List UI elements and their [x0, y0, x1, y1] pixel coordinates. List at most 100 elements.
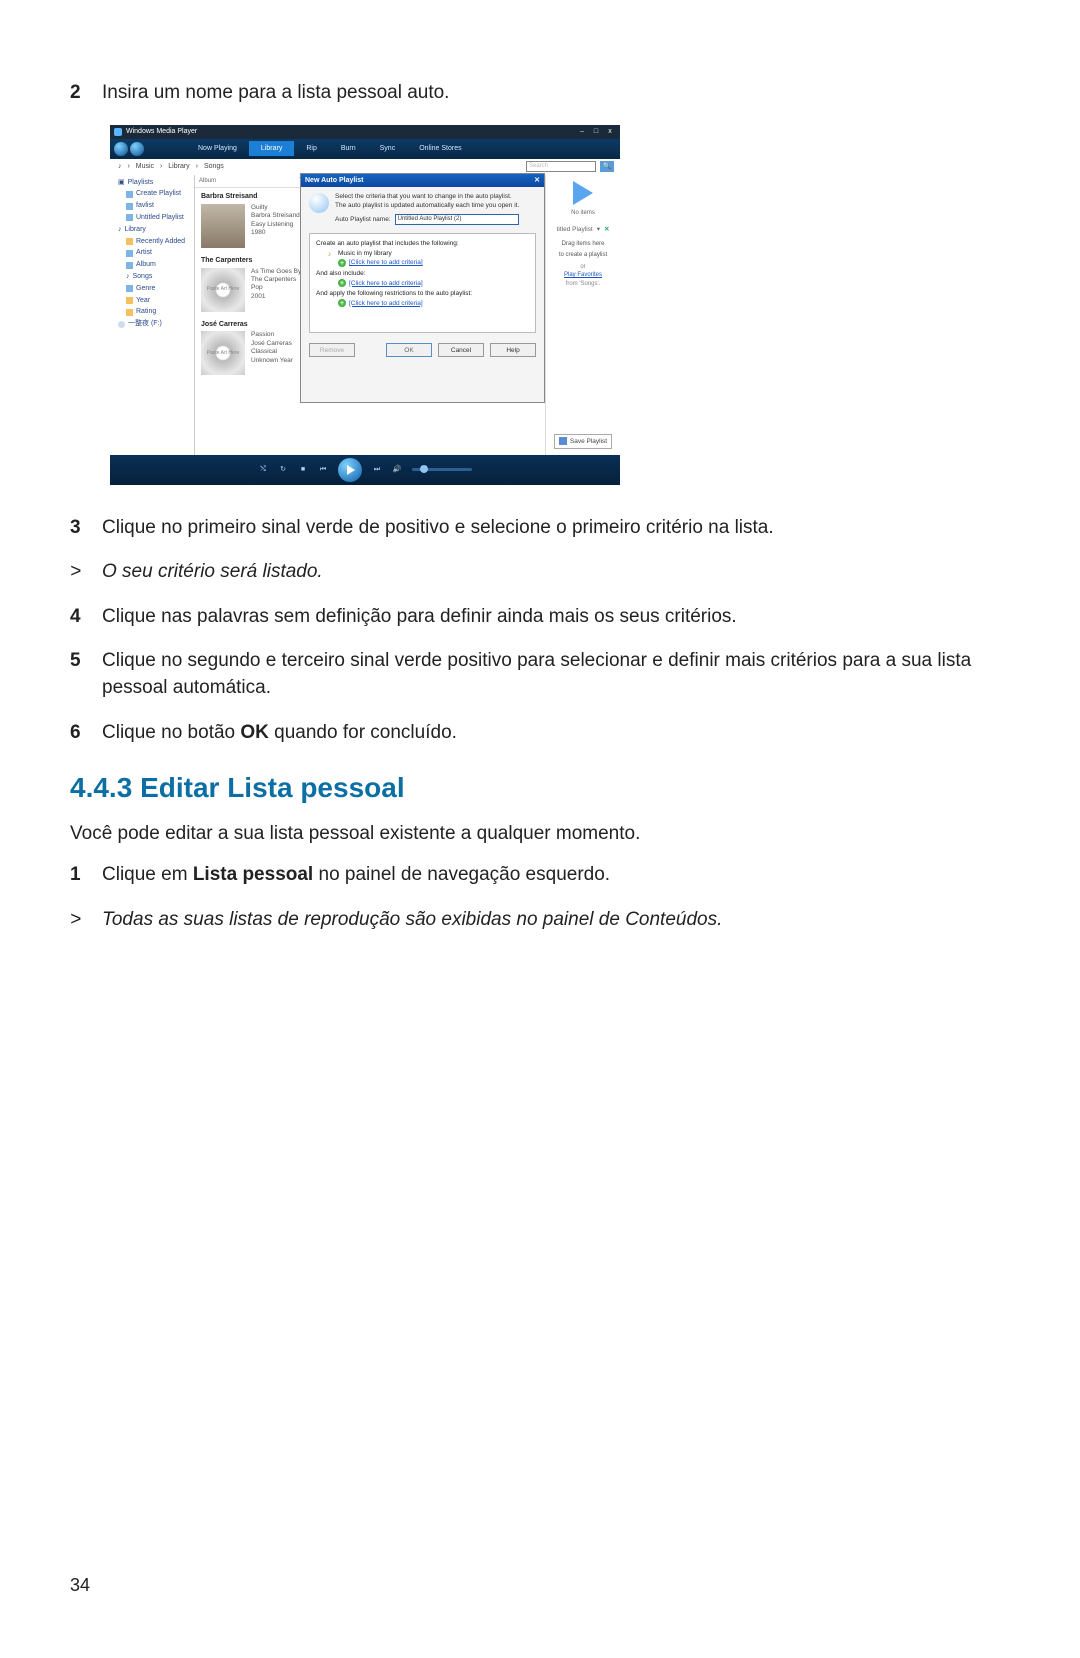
play-icon[interactable] — [573, 181, 593, 205]
play-favorites-link[interactable]: Play Favorites — [564, 271, 602, 279]
album-art[interactable] — [201, 204, 245, 248]
playlist-name-input[interactable]: Untitled Auto Playlist (2) — [395, 214, 520, 225]
album-art[interactable]: Paste Art Here — [201, 331, 245, 375]
titlebar: Windows Media Player – □ x — [110, 125, 620, 139]
step-text: Clique no segundo e terceiro sinal verde… — [102, 648, 1010, 701]
tree-album[interactable]: Album — [136, 260, 156, 270]
next-button[interactable]: ⏭ — [372, 465, 382, 475]
add-criteria-link[interactable]: [Click here to add criteria] — [349, 299, 423, 308]
window-controls: – □ x — [576, 127, 616, 137]
tree-songs[interactable]: Songs — [133, 272, 153, 282]
playlist-icon — [309, 193, 329, 213]
step-text: Clique no botão OK quando for concluído. — [102, 720, 1010, 747]
forward-button[interactable] — [130, 142, 144, 156]
tree-create-playlist[interactable]: Create Playlist — [136, 189, 181, 199]
tree-favlist[interactable]: favlist — [136, 201, 154, 211]
stop-button[interactable]: ■ — [298, 465, 308, 475]
tree-rating[interactable]: Rating — [136, 307, 156, 317]
remove-button[interactable]: Remove — [309, 343, 355, 357]
nav-tree: ▣Playlists Create Playlist favlist Untit… — [110, 175, 195, 455]
music-icon: ♪ — [328, 250, 335, 257]
wmp-screenshot: Windows Media Player – □ x Now Playing L… — [110, 125, 620, 485]
plus-icon[interactable]: + — [338, 259, 346, 267]
volume-slider[interactable] — [412, 468, 472, 471]
clear-icon[interactable]: ✕ — [604, 225, 609, 234]
plus-icon[interactable]: + — [338, 299, 346, 307]
right-pane: No items titled Playlist ▾ ✕ Drag items … — [545, 175, 620, 455]
tree-untitled[interactable]: Untitled Playlist — [136, 213, 184, 223]
dialog-close-icon[interactable]: ✕ — [534, 176, 540, 186]
player-controls: ⤭ ↻ ■ ⏮ ⏭ 🔊 — [110, 455, 620, 485]
breadcrumb: ♪ › Music › Library › Songs — [116, 162, 226, 172]
result-text: Todas as suas listas de reprodução são e… — [102, 907, 1010, 934]
step-text: Insira um nome para a lista pessoal auto… — [102, 80, 1010, 107]
step-text: Clique no primeiro sinal verde de positi… — [102, 515, 1010, 542]
save-playlist-button[interactable]: Save Playlist — [554, 434, 612, 449]
ok-button[interactable]: OK — [386, 343, 432, 357]
close-button[interactable]: x — [604, 127, 616, 137]
tab-sync[interactable]: Sync — [368, 141, 408, 157]
result-text: O seu critério será listado. — [102, 559, 1010, 586]
tab-burn[interactable]: Burn — [329, 141, 368, 157]
repeat-button[interactable]: ↻ — [278, 465, 288, 475]
step-3: 3 Clique no primeiro sinal verde de posi… — [70, 515, 1010, 542]
step-number: 1 — [70, 862, 102, 889]
result-3: > O seu critério será listado. — [70, 559, 1010, 586]
add-criteria-link[interactable]: [Click here to add criteria] — [349, 279, 423, 288]
name-label: Auto Playlist name: — [335, 216, 391, 224]
step-number: 2 — [70, 80, 102, 107]
prev-button[interactable]: ⏮ — [318, 465, 328, 475]
play-button[interactable] — [338, 458, 362, 482]
playlist-dropdown[interactable]: titled Playlist — [557, 225, 593, 234]
tab-online-stores[interactable]: Online Stores — [407, 141, 473, 157]
tab-rip[interactable]: Rip — [294, 141, 329, 157]
criteria-box: Create an auto playlist that includes th… — [309, 233, 536, 333]
tree-genre[interactable]: Genre — [136, 284, 155, 294]
step-text: Clique em Lista pessoal no painel de nav… — [102, 862, 1010, 889]
shuffle-button[interactable]: ⤭ — [258, 465, 268, 475]
or-label: or — [580, 263, 585, 271]
minimize-button[interactable]: – — [576, 127, 588, 137]
tree-playlists[interactable]: Playlists — [128, 178, 154, 188]
tree-year[interactable]: Year — [136, 296, 150, 306]
tree-library[interactable]: Library — [125, 225, 146, 235]
mute-button[interactable]: 🔊 — [392, 465, 402, 475]
step-6: 6 Clique no botão OK quando for concluíd… — [70, 720, 1010, 747]
page-number: 34 — [70, 1573, 1010, 1598]
plus-icon[interactable]: + — [338, 279, 346, 287]
tab-now-playing[interactable]: Now Playing — [186, 141, 249, 157]
tree-cjk-drive[interactable]: 一整夜 (F:) — [128, 319, 162, 329]
window-title: Windows Media Player — [126, 127, 197, 137]
dialog-title: New Auto Playlist — [305, 176, 363, 186]
tab-library[interactable]: Library — [249, 141, 294, 157]
tree-artist[interactable]: Artist — [136, 248, 152, 258]
search-input[interactable]: Search — [526, 161, 596, 172]
no-items-label: No items — [571, 209, 595, 217]
maximize-button[interactable]: □ — [590, 127, 602, 137]
step-number: 3 — [70, 515, 102, 542]
crumb-songs[interactable]: Songs — [204, 163, 224, 170]
step-b1: 1 Clique em Lista pessoal no painel de n… — [70, 862, 1010, 889]
drag-hint-2: to create a playlist — [559, 251, 607, 259]
crumb-music[interactable]: Music — [136, 163, 154, 170]
tree-recent[interactable]: Recently Added — [136, 237, 185, 247]
album-art[interactable]: Paste Art Here — [201, 268, 245, 312]
new-auto-playlist-dialog: New Auto Playlist ✕ Select the criteria … — [300, 173, 545, 403]
step-number: 4 — [70, 604, 102, 631]
nav-row: Now Playing Library Rip Burn Sync Online… — [110, 139, 620, 159]
help-button[interactable]: Help — [490, 343, 536, 357]
add-criteria-link[interactable]: [Click here to add criteria] — [349, 258, 423, 267]
crumb-library[interactable]: Library — [168, 163, 189, 170]
result-marker: > — [70, 907, 102, 934]
step-number: 5 — [70, 648, 102, 701]
result-marker: > — [70, 559, 102, 586]
search-button[interactable]: 🔍 — [600, 161, 614, 172]
cancel-button[interactable]: Cancel — [438, 343, 484, 357]
back-button[interactable] — [114, 142, 128, 156]
intro-text: Você pode editar a sua lista pessoal exi… — [70, 821, 1010, 848]
content-column: Album Title Length Rating Contribu... Ba… — [195, 175, 545, 455]
step-number: 6 — [70, 720, 102, 747]
step-5: 5 Clique no segundo e terceiro sinal ver… — [70, 648, 1010, 701]
from-label: from 'Songs'. — [566, 280, 601, 288]
result-b1: > Todas as suas listas de reprodução são… — [70, 907, 1010, 934]
